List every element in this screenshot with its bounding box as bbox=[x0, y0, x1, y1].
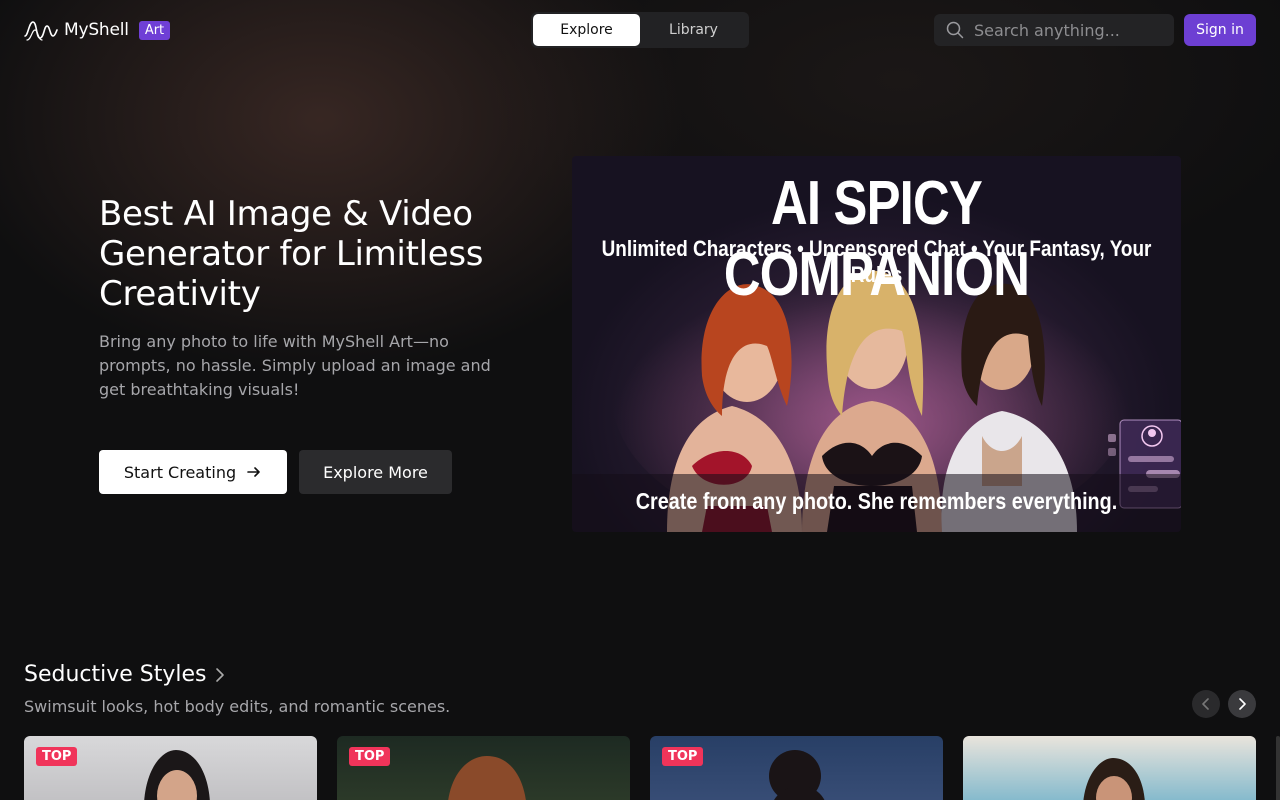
chevron-right-icon bbox=[215, 667, 224, 682]
top-nav: MyShell Art Explore Library Sign in bbox=[0, 0, 1280, 60]
style-card[interactable] bbox=[1276, 736, 1280, 800]
start-creating-label: Start Creating bbox=[123, 462, 237, 482]
logo[interactable]: MyShell Art bbox=[24, 18, 171, 42]
carousel-next-button[interactable] bbox=[1228, 690, 1256, 718]
explore-more-button[interactable]: Explore More bbox=[299, 450, 452, 494]
promo-banner[interactable]: AI SPICY COMPANION Unlimited Characters … bbox=[572, 156, 1181, 532]
logo-badge: Art bbox=[138, 20, 171, 40]
banner-footer: Create from any photo. She remembers eve… bbox=[635, 488, 1118, 514]
logo-text: MyShell bbox=[64, 20, 129, 40]
hero-title: Best AI Image & Video Generator for Limi… bbox=[99, 194, 484, 314]
section-subtitle: Swimsuit looks, hot body edits, and roma… bbox=[24, 697, 451, 716]
section-title: Seductive Styles bbox=[24, 662, 207, 687]
style-card[interactable]: TOP bbox=[24, 736, 317, 800]
top-badge: TOP bbox=[36, 747, 78, 766]
search-box bbox=[934, 14, 1174, 46]
tab-explore[interactable]: Explore bbox=[533, 14, 640, 46]
search-icon bbox=[946, 21, 964, 39]
main-tabs: Explore Library bbox=[531, 12, 749, 48]
style-card[interactable] bbox=[963, 736, 1256, 800]
card-thumbnail bbox=[1083, 758, 1145, 800]
section-title-link[interactable]: Seductive Styles bbox=[24, 662, 225, 687]
carousel-prev-button[interactable] bbox=[1192, 690, 1220, 718]
card-thumbnail bbox=[448, 756, 526, 800]
style-card[interactable]: TOP bbox=[337, 736, 630, 800]
hero-subtitle: Bring any photo to life with MyShell Art… bbox=[99, 332, 491, 399]
style-card[interactable]: TOP bbox=[650, 736, 943, 800]
tab-library[interactable]: Library bbox=[640, 14, 747, 46]
search-input[interactable] bbox=[974, 20, 1164, 40]
top-badge: TOP bbox=[349, 747, 391, 766]
myshell-logo-icon bbox=[24, 21, 58, 41]
banner-subtitle: Unlimited Characters • Uncensored Chat •… bbox=[601, 236, 1152, 287]
arrow-right-icon bbox=[247, 467, 260, 477]
top-badge: TOP bbox=[662, 747, 704, 766]
sign-in-button[interactable]: Sign in bbox=[1184, 14, 1256, 46]
chevron-left-icon bbox=[1202, 698, 1209, 710]
chevron-right-icon bbox=[1239, 698, 1246, 710]
start-creating-button[interactable]: Start Creating bbox=[99, 450, 287, 494]
card-thumbnail bbox=[144, 750, 210, 800]
card-thumbnail bbox=[769, 750, 825, 800]
